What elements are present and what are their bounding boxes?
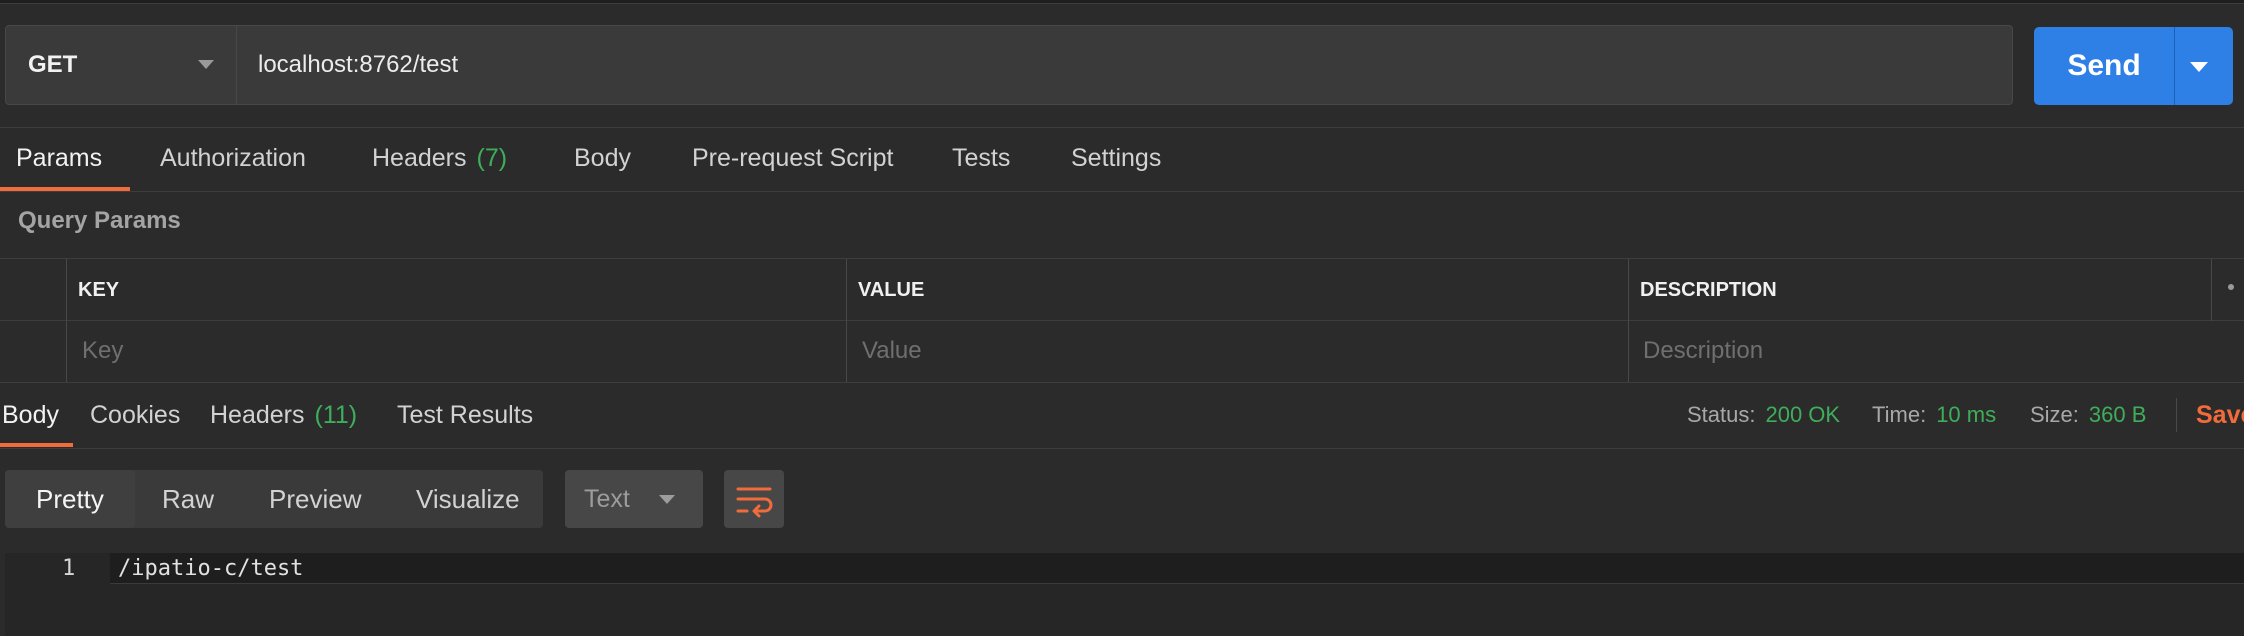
column-divider[interactable] — [2211, 259, 2212, 321]
view-raw-button[interactable]: Raw — [162, 470, 214, 528]
tab-tests[interactable]: Tests — [952, 128, 1010, 188]
value-input[interactable]: Value — [862, 321, 922, 381]
code-line[interactable]: /ipatio-c/test — [118, 553, 303, 583]
wrap-lines-button[interactable] — [724, 470, 784, 528]
response-status: Status: 200 OK — [1687, 386, 1840, 444]
tab-label: Body — [2, 400, 59, 429]
method-select[interactable]: GET — [5, 25, 237, 105]
headers-count-badge: (7) — [476, 143, 508, 172]
tab-pre-request-script[interactable]: Pre-request Script — [692, 128, 893, 188]
divider — [0, 448, 2244, 449]
active-line-highlight — [110, 553, 2244, 584]
response-tab-cookies[interactable]: Cookies — [90, 386, 180, 444]
status-value: 200 OK — [1765, 402, 1841, 427]
response-tab-headers[interactable]: Headers (11) — [210, 386, 357, 444]
save-response-button[interactable]: Save — [2196, 386, 2244, 444]
tab-label: Authorization — [160, 143, 306, 172]
url-input[interactable]: localhost:8762/test — [258, 25, 458, 105]
tab-settings[interactable]: Settings — [1071, 128, 1161, 188]
time-value: 10 ms — [1936, 402, 1997, 427]
meta-divider — [2176, 398, 2177, 432]
tab-label: Body — [574, 143, 631, 172]
wrap-lines-icon — [736, 487, 773, 518]
tab-label: Test Results — [397, 400, 534, 429]
table-row-border — [0, 320, 2244, 321]
method-label: GET — [28, 51, 78, 78]
tab-params[interactable]: Params — [16, 128, 102, 188]
tab-headers[interactable]: Headers (7) — [372, 128, 507, 188]
format-label[interactable]: Text — [584, 470, 630, 528]
status-label: Status: — [1687, 402, 1756, 427]
tab-authorization[interactable]: Authorization — [160, 128, 306, 188]
top-divider — [0, 0, 2244, 4]
send-divider — [2174, 27, 2175, 105]
tab-body[interactable]: Body — [574, 128, 631, 188]
tab-label: Pre-request Script — [692, 143, 894, 172]
query-params-title: Query Params — [18, 207, 181, 234]
tab-label: Tests — [952, 143, 1011, 172]
response-tab-test-results[interactable]: Test Results — [397, 386, 533, 444]
line-number: 1 — [62, 555, 76, 581]
tab-label: Settings — [1071, 143, 1162, 172]
tab-label: Headers — [372, 143, 467, 172]
tab-label: Headers — [210, 400, 305, 429]
send-options-caret-icon[interactable] — [2190, 62, 2208, 72]
size-value: 360 B — [2088, 402, 2147, 427]
table-top-border — [0, 258, 2244, 259]
column-header-value: VALUE — [858, 278, 925, 301]
dropdown-caret-icon — [198, 60, 214, 69]
send-button-label[interactable]: Send — [2034, 27, 2174, 105]
column-divider — [846, 259, 847, 382]
dropdown-caret-icon — [659, 495, 675, 504]
response-time: Time: 10 ms — [1872, 386, 1996, 444]
view-preview-button[interactable]: Preview — [269, 470, 361, 528]
column-header-key: KEY — [78, 278, 120, 301]
response-tab-body[interactable]: Body — [2, 386, 59, 444]
time-label: Time: — [1872, 402, 1927, 427]
view-pretty-button[interactable]: Pretty — [36, 470, 104, 528]
tab-label: Cookies — [90, 400, 181, 429]
description-input[interactable]: Description — [1643, 321, 1763, 381]
column-header-description: DESCRIPTION — [1640, 278, 1777, 301]
view-visualize-button[interactable]: Visualize — [416, 470, 520, 528]
column-divider — [66, 259, 67, 382]
key-input[interactable]: Key — [82, 321, 123, 381]
column-divider — [1628, 259, 1629, 382]
size-label: Size: — [2030, 402, 2079, 427]
more-options-icon[interactable] — [2228, 284, 2234, 290]
headers-count-badge: (11) — [314, 400, 358, 429]
active-response-tab-indicator — [0, 443, 73, 447]
divider — [0, 191, 2244, 192]
table-bottom-border — [0, 382, 2244, 383]
tab-label: Params — [16, 143, 103, 172]
response-size: Size: 360 B — [2030, 386, 2146, 444]
